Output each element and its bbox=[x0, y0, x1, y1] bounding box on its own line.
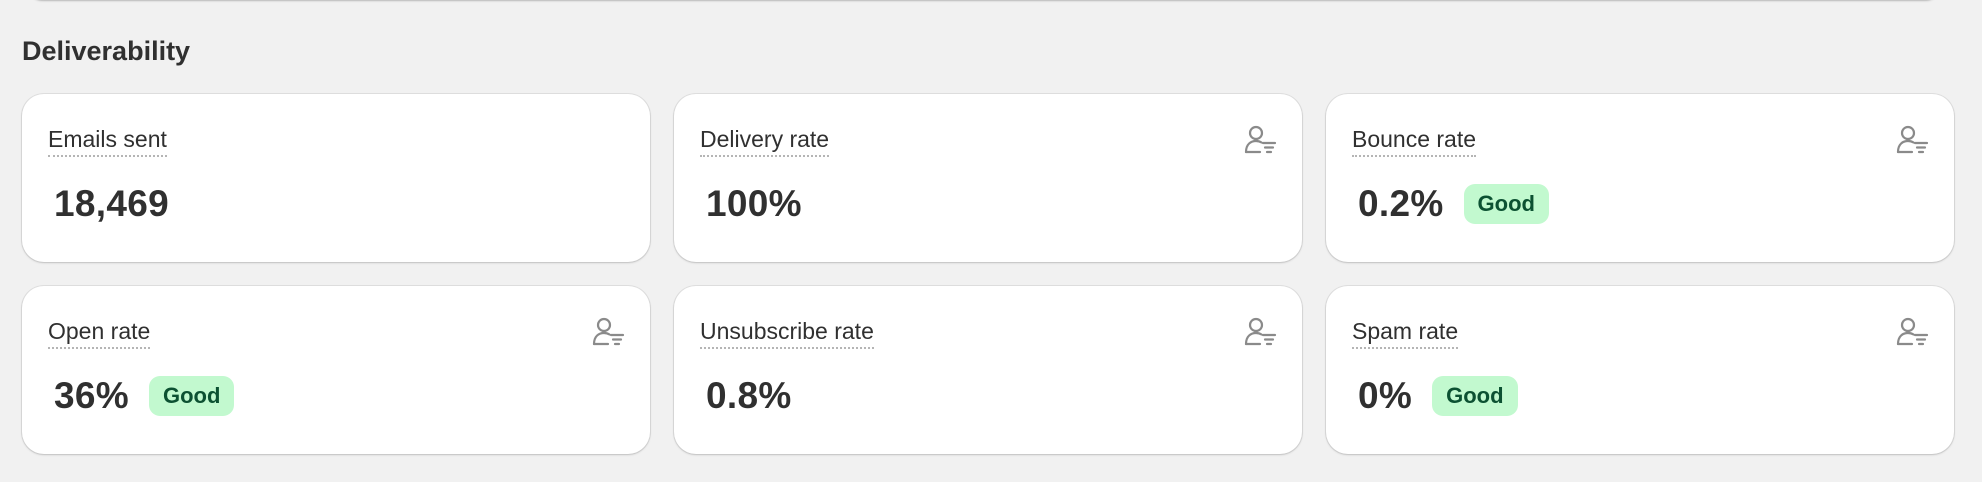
metric-label[interactable]: Emails sent bbox=[48, 124, 167, 157]
metric-value: 36% bbox=[54, 375, 129, 416]
person-filter-icon bbox=[1244, 317, 1277, 346]
metric-value: 0.2% bbox=[1358, 183, 1444, 224]
metric-value-row: 36% Good bbox=[54, 374, 235, 418]
segment-button[interactable] bbox=[1242, 122, 1278, 158]
status-badge: Good bbox=[148, 376, 235, 416]
person-filter-icon bbox=[1244, 125, 1277, 154]
metric-value: 100% bbox=[706, 183, 802, 224]
metric-label[interactable]: Open rate bbox=[48, 316, 151, 349]
segment-button[interactable] bbox=[1242, 314, 1278, 350]
metric-value: 18,469 bbox=[54, 183, 169, 224]
metrics-grid: Emails sent 18,469 Delivery rate 100% Bo… bbox=[22, 94, 1956, 454]
metric-value-row: 100% bbox=[706, 182, 802, 226]
metric-label[interactable]: Unsubscribe rate bbox=[700, 316, 874, 349]
metric-label[interactable]: Spam rate bbox=[1352, 316, 1459, 349]
metric-value: 0.8% bbox=[706, 375, 792, 416]
metric-card-delivery-rate: Delivery rate 100% bbox=[674, 94, 1302, 262]
section-title: Deliverability bbox=[22, 36, 191, 66]
metric-card-bounce-rate: Bounce rate 0.2% Good bbox=[1326, 94, 1954, 262]
metric-value-row: 0.8% bbox=[706, 374, 792, 418]
metric-value-row: 0.2% Good bbox=[1358, 182, 1549, 226]
segment-button[interactable] bbox=[1894, 122, 1930, 158]
segment-button[interactable] bbox=[590, 314, 626, 350]
metric-value-row: 18,469 bbox=[54, 182, 169, 226]
metric-card-emails-sent: Emails sent 18,469 bbox=[22, 94, 650, 262]
person-filter-icon bbox=[592, 317, 625, 346]
metric-value: 0% bbox=[1358, 375, 1413, 416]
metric-label[interactable]: Bounce rate bbox=[1352, 124, 1477, 157]
metric-card-open-rate: Open rate 36% Good bbox=[22, 286, 650, 454]
metric-card-unsubscribe-rate: Unsubscribe rate 0.8% bbox=[674, 286, 1302, 454]
status-badge: Good bbox=[1463, 184, 1549, 224]
status-badge: Good bbox=[1432, 376, 1518, 416]
person-filter-icon bbox=[1896, 317, 1929, 346]
person-filter-icon bbox=[1896, 125, 1929, 154]
metric-card-spam-rate: Spam rate 0% Good bbox=[1326, 286, 1954, 454]
metric-value-row: 0% Good bbox=[1358, 374, 1518, 418]
segment-button[interactable] bbox=[1894, 314, 1930, 350]
metric-label[interactable]: Delivery rate bbox=[700, 124, 830, 157]
